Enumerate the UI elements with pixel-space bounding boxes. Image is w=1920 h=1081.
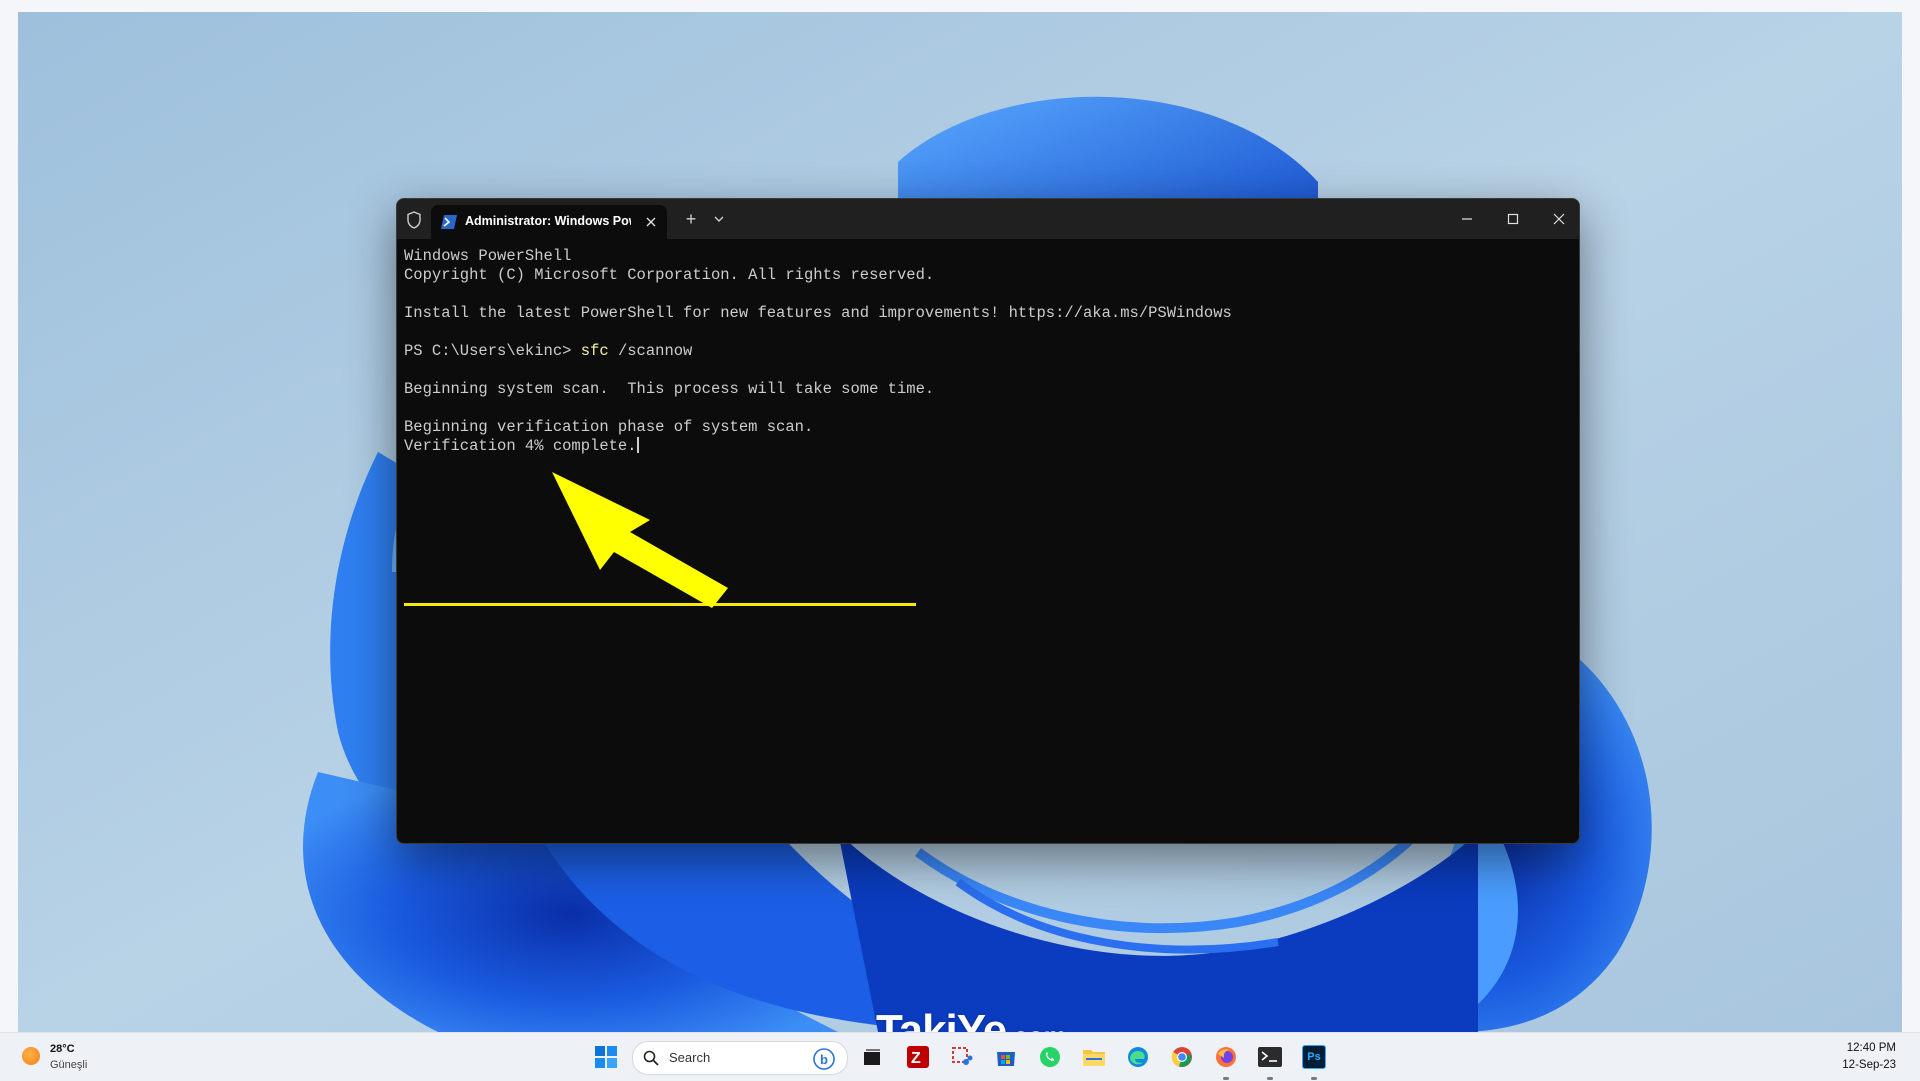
chrome-icon[interactable] [1166, 1041, 1198, 1073]
tab-title: Administrator: Windows Powe [465, 214, 631, 228]
new-tab-button[interactable]: + [682, 210, 700, 228]
watermark-suffix: .com [1006, 1021, 1067, 1032]
tab-powershell[interactable]: Administrator: Windows Powe [431, 205, 667, 239]
console-line: Windows PowerShell [404, 247, 572, 265]
search-icon [643, 1050, 659, 1066]
photoshop-icon[interactable]: Ps [1298, 1041, 1330, 1073]
shield-icon [405, 211, 423, 229]
watermark: TakiYe.com [876, 1006, 1067, 1032]
search-placeholder: Search [669, 1050, 711, 1065]
prompt-line: PS C:\Users\ekinc> sfc /scannow [404, 342, 692, 361]
weather-condition[interactable]: Güneşli [50, 1059, 87, 1071]
close-button[interactable] [1549, 209, 1569, 229]
start-icon[interactable] [590, 1041, 622, 1073]
progress-line: Verification 4% complete. [404, 437, 639, 456]
annotation-arrow-icon [552, 472, 728, 608]
command-args: /scannow [608, 342, 693, 360]
prompt: PS C:\Users\ekinc> [404, 342, 581, 360]
taskbar: 28°C Güneşli Search b Z Ps 12:40 PM 12-S… [0, 1032, 1920, 1081]
task-view-icon[interactable] [856, 1041, 888, 1073]
title-bar[interactable]: Administrator: Windows Powe + [397, 199, 1579, 239]
snipping-tool-icon[interactable] [946, 1041, 978, 1073]
powershell-icon [441, 215, 457, 229]
edge-icon[interactable] [1122, 1041, 1154, 1073]
weather-temperature[interactable]: 28°C [50, 1043, 75, 1055]
bing-icon[interactable]: b [813, 1048, 835, 1070]
watermark-main: TakiYe [876, 1006, 1007, 1032]
minimize-button[interactable] [1457, 209, 1477, 229]
microsoft-store-icon[interactable] [990, 1041, 1022, 1073]
file-explorer-icon[interactable] [1078, 1041, 1110, 1073]
console-line: Install the latest PowerShell for new fe… [404, 304, 1232, 322]
firefox-icon[interactable] [1210, 1041, 1242, 1073]
svg-text:b: b [820, 1052, 828, 1067]
plus-icon: + [685, 209, 697, 229]
sun-icon[interactable] [22, 1047, 40, 1065]
command: sfc [580, 342, 609, 360]
text-cursor [636, 437, 639, 453]
maximize-button[interactable] [1503, 209, 1523, 229]
clock-date[interactable]: 12-Sep-23 [1842, 1059, 1896, 1071]
whatsapp-icon[interactable] [1034, 1041, 1066, 1073]
console-line: Copyright (C) Microsoft Corporation. All… [404, 266, 935, 284]
taskbar-search[interactable]: Search b [632, 1041, 848, 1075]
highlighted-line: Beginning system scan. This process will… [404, 380, 935, 398]
tab-close-icon[interactable] [643, 214, 659, 230]
photoshop-label: Ps [1302, 1045, 1326, 1069]
chevron-down-icon[interactable] [710, 210, 728, 228]
terminal-icon[interactable] [1254, 1041, 1286, 1073]
desktop: Administrator: Windows Powe + Windows Po… [18, 12, 1902, 1032]
console-line: Beginning verification phase of system s… [404, 418, 814, 436]
filezilla-icon[interactable]: Z [902, 1041, 934, 1073]
progress-text: Verification 4% complete. [404, 437, 637, 455]
clock-time[interactable]: 12:40 PM [1847, 1042, 1896, 1054]
svg-text:Z: Z [911, 1050, 921, 1067]
